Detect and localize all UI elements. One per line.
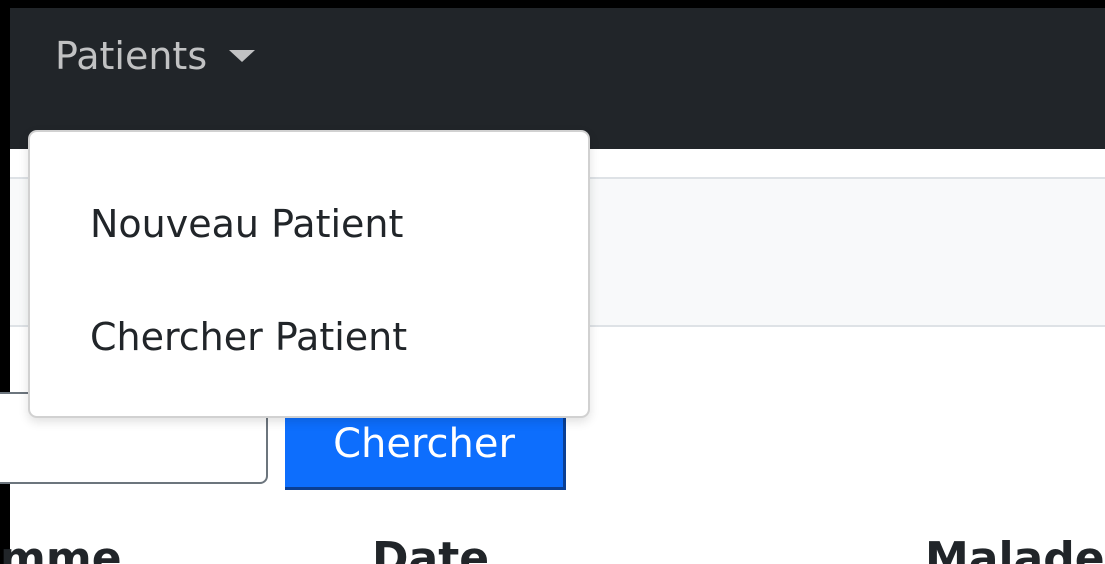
navbar: Patients: [10, 8, 1105, 149]
patients-dropdown-label: Patients: [55, 34, 208, 78]
column-header-maladie: Malade: [925, 533, 1105, 564]
table-header: mme Date Malade: [0, 527, 1105, 564]
caret-down-icon: [229, 50, 256, 62]
menu-item-chercher-patient[interactable]: Chercher Patient: [90, 307, 407, 367]
column-header-date: Date: [372, 533, 490, 564]
menu-item-nouveau-patient[interactable]: Nouveau Patient: [90, 194, 403, 254]
patients-dropdown-menu: Nouveau Patient Chercher Patient: [28, 130, 590, 418]
screen: Patients Chercher mme Date Malade Nouvea…: [0, 0, 1105, 564]
search-button[interactable]: Chercher: [285, 406, 566, 490]
patients-dropdown-toggle[interactable]: Patients: [55, 28, 256, 84]
column-header-name: mme: [0, 533, 122, 564]
